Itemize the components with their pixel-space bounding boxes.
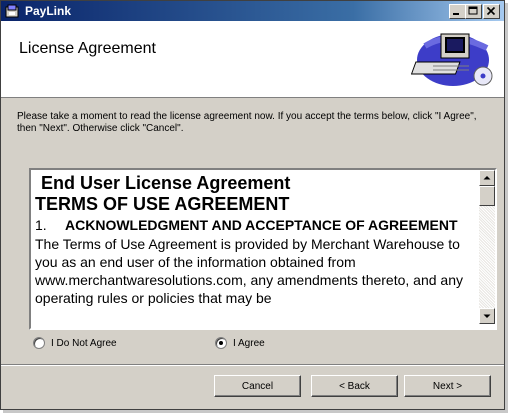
radio-agree-circle — [215, 337, 227, 349]
radio-do-not-agree[interactable]: I Do Not Agree — [33, 337, 117, 349]
installer-app-icon — [5, 4, 19, 18]
radio-agree[interactable]: I Agree — [215, 337, 265, 349]
license-content: End User License Agreement TERMS OF USE … — [35, 172, 473, 307]
next-button[interactable]: Next > — [404, 375, 491, 397]
close-icon — [486, 6, 496, 16]
scroll-up-button[interactable] — [479, 170, 495, 186]
installer-window: PayLink License Agreement Please take a … — [0, 0, 505, 410]
wizard-header: License Agreement — [1, 21, 504, 98]
computer-cd-icon — [411, 33, 493, 86]
radio-selected-dot — [219, 341, 223, 345]
footer-divider — [1, 364, 504, 366]
radio-agree-label: I Agree — [233, 337, 265, 349]
scroll-down-button[interactable] — [479, 308, 495, 324]
window-title: PayLink — [25, 4, 72, 18]
minimize-button[interactable] — [449, 4, 466, 19]
section-number: 1. — [35, 217, 47, 233]
scroll-thumb[interactable] — [479, 186, 495, 206]
license-heading: End User License Agreement — [41, 173, 291, 193]
license-section-title: 1. ACKNOWLEDGMENT AND ACCEPTANCE OF AGREE… — [35, 216, 473, 234]
close-button[interactable] — [483, 4, 500, 19]
radio-do-not-agree-circle — [33, 337, 45, 349]
arrow-up-icon — [483, 176, 491, 180]
title-bar: PayLink — [1, 1, 504, 21]
cancel-button[interactable]: Cancel — [214, 375, 301, 397]
license-text-box[interactable]: End User License Agreement TERMS OF USE … — [29, 168, 497, 330]
maximize-button[interactable] — [465, 4, 482, 19]
license-scrollbar[interactable] — [479, 170, 495, 324]
minimize-icon — [453, 13, 459, 15]
page-title: License Agreement — [19, 40, 156, 57]
license-body: The Terms of Use Agreement is provided b… — [35, 236, 463, 306]
radio-do-not-agree-label: I Do Not Agree — [51, 337, 117, 349]
section-title: ACKNOWLEDGMENT AND ACCEPTANCE OF AGREEME… — [65, 217, 458, 233]
arrow-down-icon — [483, 314, 491, 318]
maximize-icon — [468, 6, 478, 15]
instruction-text: Please take a moment to read the license… — [17, 111, 477, 134]
back-button[interactable]: < Back — [311, 375, 398, 397]
license-subheading: TERMS OF USE AGREEMENT — [35, 194, 290, 214]
